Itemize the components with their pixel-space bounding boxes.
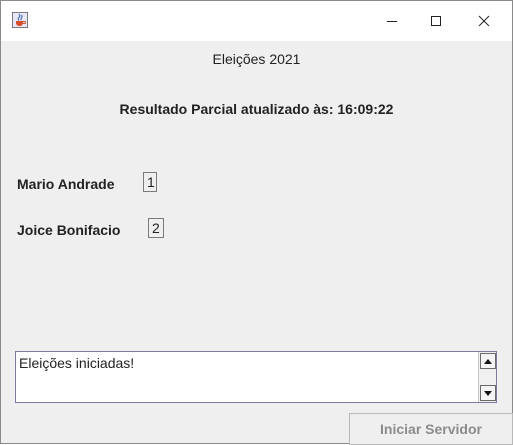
- minimize-icon: [387, 21, 397, 22]
- candidate-name: Mario Andrade: [17, 176, 115, 192]
- maximize-button[interactable]: [413, 1, 459, 41]
- log-scrollbar[interactable]: [478, 352, 496, 402]
- close-button[interactable]: [461, 1, 507, 41]
- log-text-area[interactable]: Eleições iniciadas!: [15, 351, 497, 403]
- maximize-icon: [431, 16, 441, 26]
- log-message: Eleições iniciadas!: [19, 355, 135, 371]
- election-title: Eleições 2021: [212, 51, 301, 67]
- scroll-up-button[interactable]: [480, 353, 496, 369]
- minimize-button[interactable]: [369, 1, 415, 41]
- partial-result-status: Resultado Parcial atualizado às: 16:09:2…: [119, 101, 394, 117]
- scroll-down-button[interactable]: [480, 385, 496, 401]
- candidate-votes: 1: [143, 172, 157, 192]
- java-cup-icon: [12, 12, 28, 28]
- arrow-up-icon: [484, 358, 492, 364]
- start-server-button[interactable]: Iniciar Servidor: [349, 413, 513, 445]
- candidate-votes: 2: [148, 218, 164, 238]
- arrow-down-icon: [484, 390, 492, 396]
- title-bar: [1, 1, 512, 41]
- candidate-name: Joice Bonifacio: [17, 222, 121, 238]
- close-icon: [478, 15, 490, 27]
- app-window: Eleições 2021 Resultado Parcial atualiza…: [0, 0, 513, 445]
